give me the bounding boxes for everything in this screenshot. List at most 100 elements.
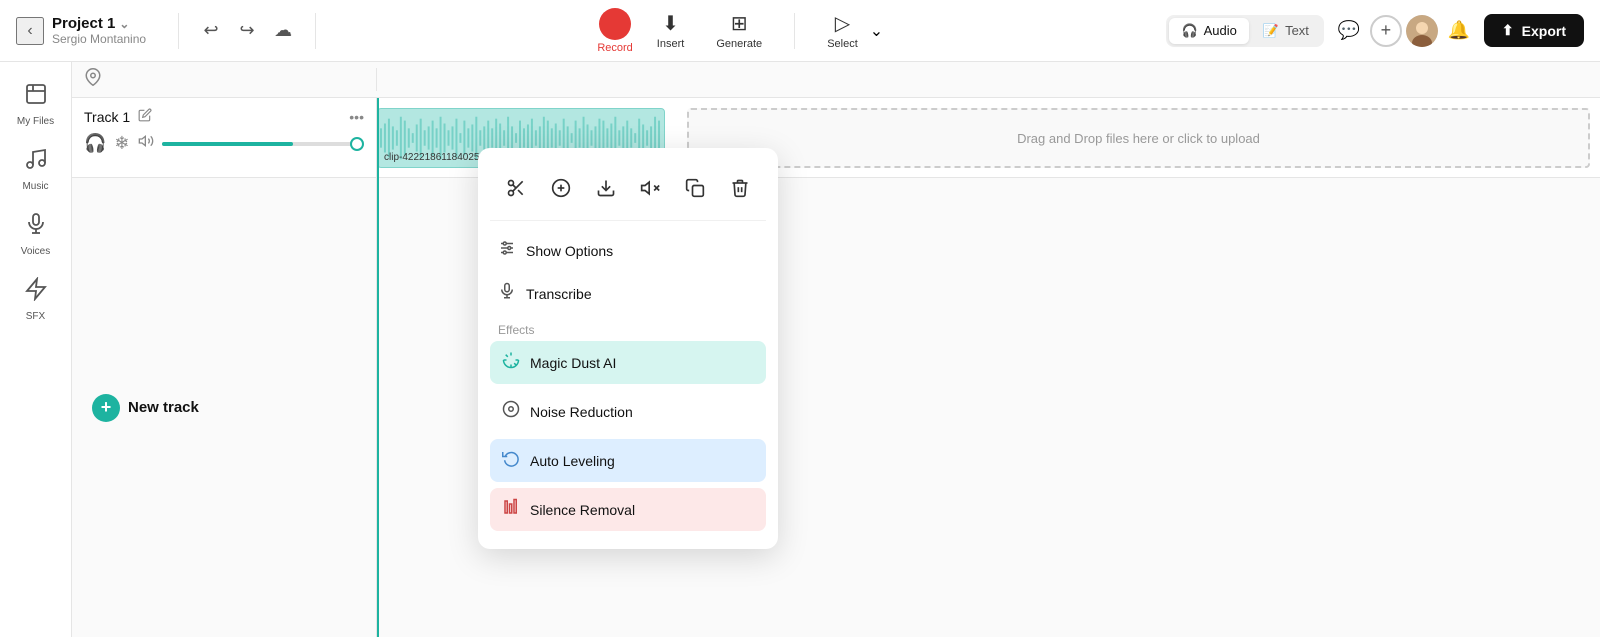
- select-button[interactable]: ▷ Select: [819, 7, 866, 54]
- select-group: ▷ Select ⌄: [819, 7, 885, 54]
- volume-thumb[interactable]: [350, 137, 364, 151]
- voices-icon: [24, 212, 48, 242]
- ctx-auto-leveling[interactable]: Auto Leveling: [490, 439, 766, 482]
- track-more-icon[interactable]: •••: [349, 109, 364, 125]
- audio-mode-button[interactable]: 🎧 Audio: [1169, 18, 1248, 44]
- divider-1: [178, 13, 179, 49]
- project-author: Sergio Montanino: [52, 32, 146, 46]
- silence-removal-label: Silence Removal: [530, 502, 635, 518]
- insert-button[interactable]: ⬇ Insert: [649, 7, 693, 54]
- track-edit-icon[interactable]: [138, 108, 152, 125]
- add-button[interactable]: +: [1370, 15, 1402, 47]
- toolbar-left: ‹ Project 1 ⌄ Sergio Montanino: [16, 15, 146, 46]
- track-1-name: Track 1: [84, 109, 130, 125]
- my-files-icon: [24, 82, 48, 112]
- track-col-header: [72, 68, 377, 91]
- project-chevron-icon[interactable]: ⌄: [119, 17, 129, 31]
- ctx-download-button[interactable]: [586, 168, 626, 208]
- generate-icon: ⊞: [731, 11, 748, 36]
- sidebar-item-sfx[interactable]: SFX: [4, 269, 68, 330]
- track-controls: 🎧 ❄: [84, 133, 364, 154]
- toolbar-actions: ↩ ↪ ☁: [195, 15, 299, 47]
- insert-icon: ⬇: [662, 11, 679, 36]
- avatar[interactable]: [1406, 15, 1438, 47]
- new-track-plus-icon: +: [92, 394, 120, 422]
- audio-mode-label: Audio: [1204, 23, 1237, 38]
- main-area: My Files Music Voices: [0, 62, 1600, 637]
- record-label: Record: [597, 42, 632, 54]
- ctx-add-button[interactable]: [541, 168, 581, 208]
- undo-button[interactable]: ↩: [195, 15, 227, 47]
- headphone-icon[interactable]: 🎧: [84, 133, 106, 154]
- ctx-magic-dust[interactable]: Magic Dust AI: [490, 341, 766, 384]
- tracks-area: Track 1 ••• 🎧 ❄: [72, 98, 1600, 637]
- text-mode-button[interactable]: 📝 Text: [1251, 18, 1321, 44]
- transcribe-icon: [498, 282, 516, 305]
- comment-button[interactable]: 💬: [1332, 14, 1366, 48]
- silence-removal-icon: [502, 498, 520, 521]
- toolbar-icons-right: 💬 + 🔔: [1332, 14, 1476, 48]
- export-button[interactable]: ⬆ Export: [1484, 14, 1584, 47]
- toolbar-center: Record ⬇ Insert ⊞ Generate ▷ Select ⌄: [597, 7, 885, 54]
- ctx-delete-button[interactable]: [720, 168, 760, 208]
- magic-dust-label: Magic Dust AI: [530, 355, 616, 371]
- ctx-duplicate-button[interactable]: [675, 168, 715, 208]
- sidebar-item-my-files[interactable]: My Files: [4, 74, 68, 135]
- tracks-left: Track 1 ••• 🎧 ❄: [72, 98, 377, 637]
- divider-3: [794, 13, 795, 49]
- select-chevron[interactable]: ⌄: [868, 17, 885, 45]
- track-name-row: Track 1 •••: [84, 108, 364, 125]
- redo-button[interactable]: ↪: [231, 15, 263, 47]
- new-track-area: + New track: [72, 178, 376, 637]
- effects-section-label: Effects: [490, 315, 766, 341]
- ctx-noise-reduction[interactable]: Noise Reduction: [490, 390, 766, 433]
- select-icon: ▷: [835, 11, 850, 36]
- project-info: Project 1 ⌄ Sergio Montanino: [52, 15, 146, 46]
- generate-button[interactable]: ⊞ Generate: [708, 7, 770, 54]
- track-1-header: Track 1 ••• 🎧 ❄: [72, 98, 376, 178]
- pin-icon: [84, 68, 102, 91]
- notifications-button[interactable]: 🔔: [1442, 14, 1476, 48]
- ctx-transcribe[interactable]: Transcribe: [490, 272, 766, 315]
- auto-leveling-icon: [502, 449, 520, 472]
- sidebar-item-voices[interactable]: Voices: [4, 204, 68, 265]
- timeline-header: 00:00 00:15 00:30 00:45 01:00 01:15 01:3…: [72, 62, 1600, 98]
- auto-leveling-label: Auto Leveling: [530, 453, 615, 469]
- text-mode-label: Text: [1285, 23, 1309, 38]
- insert-label: Insert: [657, 38, 685, 50]
- new-track-button[interactable]: + New track: [92, 394, 199, 422]
- drop-label: Drag and Drop files here or click to upl…: [1017, 131, 1260, 146]
- noise-reduction-label: Noise Reduction: [530, 404, 633, 420]
- sfx-icon: [24, 277, 48, 307]
- project-title-text: Project 1: [52, 15, 115, 32]
- divider-2: [315, 13, 316, 49]
- volume-fill: [162, 142, 294, 146]
- ctx-mute-button[interactable]: [630, 168, 670, 208]
- sidebar-voices-label: Voices: [21, 246, 50, 257]
- sidebar-music-label: Music: [22, 181, 48, 192]
- snowflake-icon[interactable]: ❄: [114, 133, 129, 154]
- new-track-label: New track: [128, 399, 199, 416]
- sidebar-item-music[interactable]: Music: [4, 139, 68, 200]
- ctx-silence-removal[interactable]: Silence Removal: [490, 488, 766, 531]
- select-label: Select: [827, 38, 858, 50]
- back-button[interactable]: ‹: [16, 17, 44, 45]
- volume-slider[interactable]: [162, 142, 364, 146]
- drop-area[interactable]: Drag and Drop files here or click to upl…: [687, 108, 1590, 168]
- sidebar-my-files-label: My Files: [17, 116, 54, 127]
- cloud-button[interactable]: ☁: [267, 15, 299, 47]
- volume-icon[interactable]: [138, 133, 154, 154]
- context-menu: Show Options Transcribe Effects Magic Du…: [478, 148, 778, 549]
- clip-label: clip-422218611840257: [384, 152, 485, 163]
- project-title: Project 1 ⌄: [52, 15, 146, 32]
- context-toolbar: [490, 160, 766, 221]
- show-options-icon: [498, 239, 516, 262]
- ctx-cut-button[interactable]: [496, 168, 536, 208]
- transcribe-label: Transcribe: [526, 286, 592, 302]
- noise-reduction-icon: [502, 400, 520, 423]
- generate-label: Generate: [716, 38, 762, 50]
- show-options-label: Show Options: [526, 243, 613, 259]
- export-icon: ⬆: [1502, 22, 1514, 39]
- record-button[interactable]: Record: [597, 8, 632, 54]
- ctx-show-options[interactable]: Show Options: [490, 229, 766, 272]
